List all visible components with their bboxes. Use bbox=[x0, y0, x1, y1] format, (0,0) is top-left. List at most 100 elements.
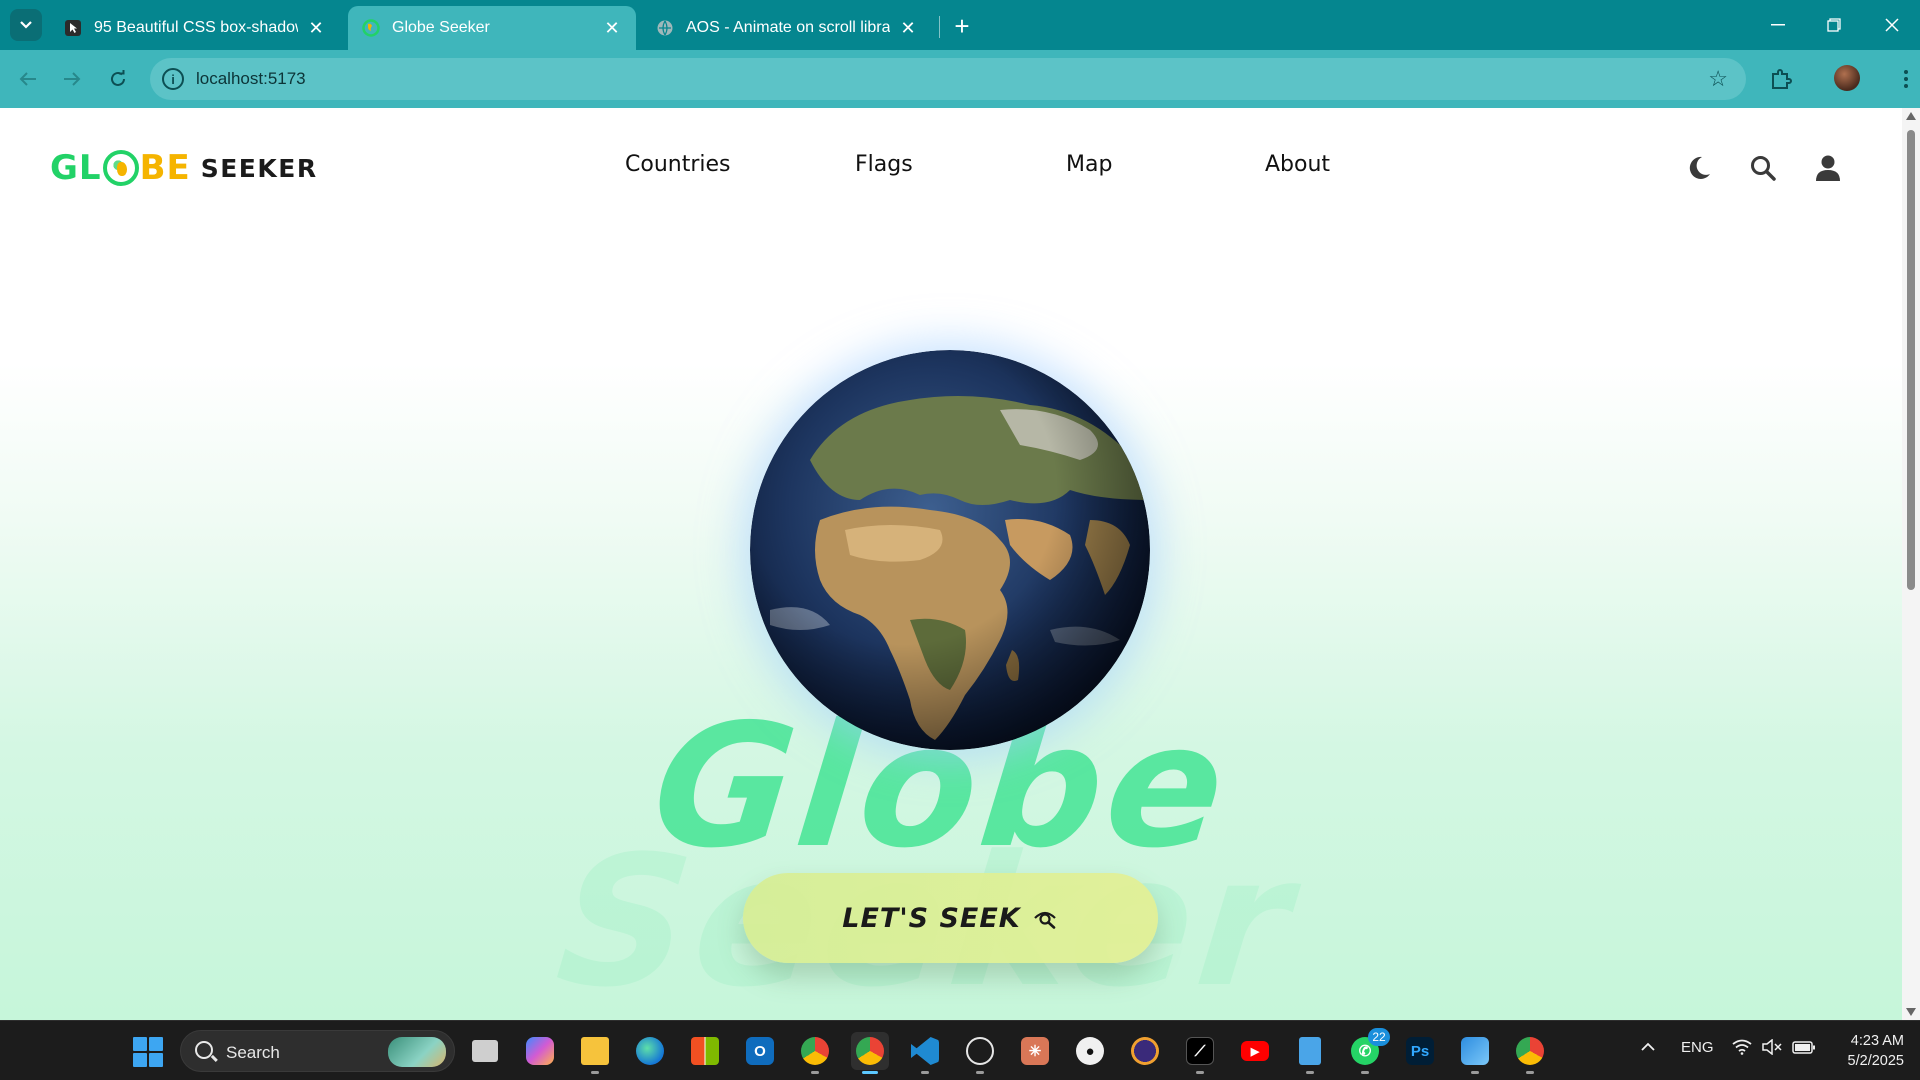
notepad-icon bbox=[1299, 1037, 1321, 1065]
taskbar-search-box[interactable]: Search bbox=[180, 1030, 455, 1072]
taskbar-search-label: Search bbox=[226, 1043, 280, 1062]
tab-title: AOS - Animate on scroll library bbox=[686, 19, 890, 36]
browser-menu-button[interactable] bbox=[1890, 63, 1920, 95]
minimize-icon bbox=[1771, 24, 1785, 26]
extensions-button[interactable] bbox=[1765, 63, 1797, 95]
volume-muted-icon[interactable] bbox=[1762, 1038, 1782, 1059]
globe-favicon-icon bbox=[362, 19, 380, 37]
nav-about[interactable]: About bbox=[1265, 152, 1330, 177]
site-info-icon[interactable]: i bbox=[162, 68, 184, 90]
task-view-icon bbox=[472, 1040, 498, 1062]
tab-search-menu-button[interactable] bbox=[10, 9, 42, 41]
windows-start-button[interactable] bbox=[133, 1037, 163, 1067]
forward-button[interactable] bbox=[56, 63, 88, 95]
bookmark-star-icon[interactable]: ☆ bbox=[1708, 66, 1728, 92]
tab-title: Globe Seeker bbox=[392, 19, 490, 36]
wifi-icon[interactable] bbox=[1732, 1039, 1752, 1059]
logo-gl: GL bbox=[50, 148, 102, 188]
search-button[interactable] bbox=[1746, 151, 1780, 185]
scrollbar-thumb[interactable] bbox=[1907, 130, 1915, 590]
file-explorer-app[interactable] bbox=[576, 1032, 614, 1074]
site-logo[interactable]: GL BE SEEKER bbox=[50, 148, 318, 188]
tab-separator bbox=[939, 16, 940, 38]
eclipse-icon bbox=[1131, 1037, 1159, 1065]
reload-button[interactable] bbox=[102, 63, 134, 95]
back-button[interactable] bbox=[12, 63, 44, 95]
copilot-app[interactable] bbox=[521, 1032, 559, 1070]
windows-taskbar: Search O ✳ ● ⟋ ▶ ✆ 22 Ps ENG 4:23 AM 5/2… bbox=[0, 1020, 1920, 1080]
search-highlight-image bbox=[388, 1037, 446, 1067]
logo-globe-icon bbox=[102, 150, 139, 186]
close-icon[interactable]: ✕ bbox=[602, 18, 622, 38]
chevron-up-icon bbox=[1641, 1042, 1655, 1051]
battery-icon[interactable] bbox=[1792, 1039, 1816, 1059]
capcut-app[interactable]: ⟋ bbox=[1181, 1032, 1219, 1074]
reload-icon bbox=[111, 70, 125, 86]
earth-icon bbox=[750, 350, 1150, 750]
show-hidden-icons-button[interactable] bbox=[1640, 1039, 1656, 1056]
photoshop-app[interactable]: Ps bbox=[1401, 1032, 1439, 1070]
chatgpt-app[interactable] bbox=[961, 1032, 999, 1074]
account-button[interactable] bbox=[1811, 151, 1845, 185]
url-text[interactable]: localhost:5173 bbox=[196, 69, 306, 89]
edge-icon bbox=[636, 1037, 664, 1065]
moon-icon bbox=[1689, 156, 1710, 179]
store-icon bbox=[691, 1037, 719, 1065]
tab-box-shadow[interactable]: 95 Beautiful CSS box-shadow e ✕ bbox=[50, 6, 340, 50]
puzzle-icon bbox=[1772, 69, 1792, 89]
whatsapp-badge: 22 bbox=[1368, 1028, 1390, 1046]
new-tab-button[interactable]: + bbox=[948, 11, 976, 41]
tab-globe-seeker[interactable]: Globe Seeker ✕ bbox=[348, 6, 636, 50]
copilot-icon bbox=[526, 1037, 554, 1065]
page-scrollbar[interactable] bbox=[1902, 108, 1920, 1020]
whatsapp-app[interactable]: ✆ 22 bbox=[1346, 1028, 1390, 1074]
tab-aos[interactable]: AOS - Animate on scroll library ✕ bbox=[642, 6, 932, 50]
notepad-app[interactable] bbox=[1291, 1032, 1329, 1074]
youtube-app[interactable]: ▶ bbox=[1236, 1032, 1274, 1070]
restore-button[interactable] bbox=[1814, 10, 1854, 40]
claude-app[interactable]: ✳ bbox=[1016, 1032, 1054, 1070]
logo-seeker: SEEKER bbox=[200, 153, 318, 183]
chrome-profile-2-app[interactable] bbox=[1511, 1032, 1549, 1074]
close-icon[interactable]: ✕ bbox=[306, 18, 326, 38]
tab-title: 95 Beautiful CSS box-shadow e bbox=[94, 19, 298, 36]
address-bar[interactable]: i localhost:5173 ☆ bbox=[150, 58, 1746, 100]
nav-flags[interactable]: Flags bbox=[855, 152, 913, 177]
minimize-button[interactable] bbox=[1758, 10, 1798, 40]
scroll-up-arrow-icon[interactable] bbox=[1906, 112, 1916, 120]
close-window-button[interactable] bbox=[1872, 10, 1912, 40]
kebab-menu-icon bbox=[1904, 70, 1908, 88]
microsoft-store-app[interactable] bbox=[686, 1032, 724, 1070]
browser-tab-bar: 95 Beautiful CSS box-shadow e ✕ Globe Se… bbox=[0, 0, 1920, 50]
capcut-icon: ⟋ bbox=[1186, 1037, 1214, 1065]
arrow-right-icon bbox=[64, 72, 81, 86]
close-icon[interactable]: ✕ bbox=[898, 18, 918, 38]
clock-date: 5/2/2025 bbox=[1847, 1053, 1904, 1069]
claude-icon: ✳ bbox=[1021, 1037, 1049, 1065]
search-icon bbox=[195, 1041, 213, 1059]
profile-avatar[interactable] bbox=[1834, 65, 1860, 91]
folder-icon bbox=[581, 1037, 609, 1065]
arrow-left-icon bbox=[19, 72, 36, 86]
task-view-app[interactable] bbox=[466, 1032, 504, 1070]
nav-map[interactable]: Map bbox=[1066, 152, 1112, 177]
github-app[interactable]: ● bbox=[1071, 1032, 1109, 1070]
nav-countries[interactable]: Countries bbox=[625, 152, 731, 177]
scroll-down-arrow-icon[interactable] bbox=[1906, 1008, 1916, 1016]
cta-label: LET'S SEEK bbox=[842, 902, 1021, 934]
theme-toggle-button[interactable] bbox=[1682, 151, 1716, 185]
outlook-app[interactable]: O bbox=[741, 1032, 779, 1070]
earth-globe-image bbox=[750, 350, 1150, 750]
outlook-icon: O bbox=[746, 1037, 774, 1065]
chrome-active-app[interactable] bbox=[851, 1032, 889, 1074]
edge-app[interactable] bbox=[631, 1032, 669, 1070]
taskbar-clock[interactable]: 4:23 AM 5/2/2025 bbox=[1832, 1031, 1904, 1071]
vscode-app[interactable] bbox=[906, 1032, 944, 1074]
photoshop-icon: Ps bbox=[1406, 1037, 1434, 1065]
paint-app[interactable] bbox=[1456, 1032, 1494, 1074]
lets-seek-button[interactable]: LET'S SEEK bbox=[743, 873, 1158, 963]
cursor-favicon-icon bbox=[64, 19, 82, 37]
chrome-profile-1-app[interactable] bbox=[796, 1032, 834, 1074]
eclipse-app[interactable] bbox=[1126, 1032, 1164, 1070]
language-indicator[interactable]: ENG bbox=[1681, 1039, 1714, 1056]
